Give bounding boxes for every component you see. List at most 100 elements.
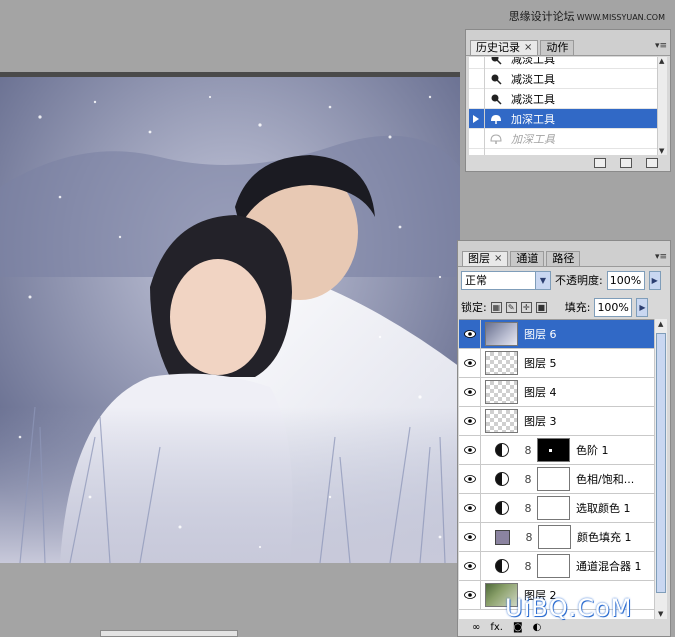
link-chain-icon[interactable]: 8	[523, 473, 533, 486]
history-footer	[466, 155, 670, 171]
tab-channels[interactable]: 通道	[510, 251, 545, 266]
link-layers-icon[interactable]: ∞	[472, 622, 480, 633]
history-item[interactable]: 减淡工具	[469, 88, 662, 109]
image-canvas[interactable]	[0, 77, 460, 563]
burn-tool-icon	[485, 113, 507, 125]
new-adjustment-icon[interactable]: ◐	[533, 622, 542, 633]
link-chain-icon[interactable]: 8	[523, 560, 533, 573]
history-item-label: 减淡工具	[511, 92, 555, 106]
layer-row-selected[interactable]: 图层 6	[459, 320, 656, 349]
fill-color-swatch[interactable]	[495, 529, 510, 545]
photo-illustration	[0, 77, 460, 563]
tab-channels-label: 通道	[516, 252, 539, 265]
scroll-down-icon[interactable]: ▼	[658, 610, 663, 618]
chevron-down-icon[interactable]: ▼	[535, 271, 550, 289]
fill-slider-icon[interactable]: ▶	[636, 297, 649, 317]
adjustment-layer-icon	[495, 559, 509, 573]
tab-history[interactable]: 历史记录 ×	[470, 40, 539, 55]
watermark-text: 思缘设计论坛	[508, 10, 575, 23]
fill-input[interactable]: 100%	[594, 297, 633, 317]
opacity-label: 不透明度:	[555, 274, 603, 287]
layer-row[interactable]: 图层 4	[459, 377, 656, 407]
layer-thumbnail	[485, 351, 518, 375]
history-source-checkbox[interactable]	[469, 57, 485, 69]
layer-name: 图层 5	[524, 357, 557, 370]
fx-icon[interactable]: fx.	[490, 622, 503, 633]
panel-menu-icon[interactable]: ▾≡	[655, 41, 667, 51]
tab-paths[interactable]: 路径	[546, 251, 581, 266]
layer-name: 图层 4	[524, 386, 557, 399]
dodge-tool-icon	[485, 93, 507, 105]
history-item-label: 减淡工具	[511, 57, 555, 66]
history-scrollbar[interactable]: ▲ ▼	[657, 57, 667, 155]
history-panel: 历史记录 × 动作 ▾≡ 减淡工具 减淡工具 减淡工具 加深工具 加深工具 ▲ …	[465, 29, 671, 172]
scrollbar-thumb[interactable]	[656, 333, 666, 593]
trash-icon[interactable]	[646, 158, 658, 168]
eye-icon[interactable]	[459, 551, 481, 581]
eye-icon[interactable]	[459, 580, 481, 610]
layer-row[interactable]: 8 选取颜色 1	[459, 493, 656, 523]
lock-transparency-icon[interactable]: ▦	[490, 301, 502, 313]
tab-layers[interactable]: 图层 ×	[462, 251, 509, 266]
history-item[interactable]: 减淡工具	[469, 68, 662, 89]
layer-mask-thumbnail	[537, 496, 570, 520]
new-document-from-state-icon[interactable]	[594, 158, 606, 168]
scroll-up-icon[interactable]: ▲	[658, 320, 663, 328]
eye-icon[interactable]	[459, 493, 481, 523]
eye-icon[interactable]	[459, 464, 481, 494]
layers-tabs: 图层 × 通道 路径	[458, 251, 670, 267]
history-source-checkbox[interactable]	[469, 108, 485, 129]
close-icon[interactable]: ×	[494, 252, 502, 266]
layer-thumbnail	[485, 322, 518, 346]
layer-name: 通道混合器 1	[576, 560, 642, 573]
tab-actions[interactable]: 动作	[540, 40, 575, 55]
link-chain-icon[interactable]: 8	[523, 502, 533, 515]
top-watermark: 思缘设计论坛 WWW.MISSYUAN.COM	[509, 8, 665, 24]
adjustment-layer-icon	[495, 501, 509, 515]
scroll-up-icon[interactable]: ▲	[659, 57, 664, 65]
layer-row[interactable]: 8 色相/饱和...	[459, 464, 656, 494]
eye-icon[interactable]	[459, 406, 481, 436]
snapshot-icon[interactable]	[620, 158, 632, 168]
layer-row[interactable]: 8 颜色填充 1	[459, 522, 656, 552]
history-titlebar[interactable]	[466, 30, 670, 40]
layer-row[interactable]: 图层 5	[459, 348, 656, 378]
scroll-down-icon[interactable]: ▼	[659, 147, 664, 155]
lock-position-icon[interactable]: ✛	[520, 301, 532, 313]
panel-menu-icon[interactable]: ▾≡	[655, 252, 667, 262]
eye-icon[interactable]	[459, 522, 481, 552]
history-item-label: 加深工具	[511, 112, 555, 126]
layers-titlebar[interactable]	[458, 241, 670, 251]
eye-icon[interactable]	[459, 348, 481, 378]
history-item[interactable]: 加深工具	[469, 128, 662, 149]
layer-thumbnail	[485, 380, 518, 404]
blend-mode-value: 正常	[465, 274, 487, 287]
burn-tool-icon	[485, 133, 507, 145]
opacity-input[interactable]: 100%	[606, 270, 645, 290]
layers-scrollbar[interactable]: ▲ ▼	[654, 319, 667, 619]
eye-icon[interactable]	[459, 377, 481, 407]
fill-label: 填充:	[564, 301, 591, 314]
history-item-selected[interactable]: 加深工具	[469, 108, 662, 129]
dodge-tool-icon	[485, 73, 507, 85]
add-mask-icon[interactable]: ◙	[513, 622, 523, 633]
history-item[interactable]: 减淡工具	[469, 57, 662, 69]
blend-mode-select[interactable]: 正常 ▼	[461, 270, 551, 290]
layer-name: 色相/饱和...	[576, 473, 635, 486]
layer-row[interactable]: 8 通道混合器 1	[459, 551, 656, 581]
link-chain-icon[interactable]: 8	[523, 444, 533, 457]
lock-fill-row: 锁定: ▦ ✎ ✛ ■ 填充: 100% ▶	[461, 297, 667, 317]
opacity-slider-icon[interactable]: ▶	[648, 270, 661, 290]
eye-icon[interactable]	[459, 320, 481, 349]
layer-row[interactable]: 图层 3	[459, 406, 656, 436]
history-source-checkbox[interactable]	[469, 68, 485, 89]
link-chain-icon[interactable]: 8	[524, 531, 534, 544]
lock-image-icon[interactable]: ✎	[505, 301, 517, 313]
history-source-checkbox[interactable]	[469, 88, 485, 109]
bottom-toolbar-strip	[100, 630, 238, 637]
layer-row[interactable]: 8 色阶 1	[459, 435, 656, 465]
watermark-domain: WWW.MISSYUAN.COM	[576, 13, 665, 22]
eye-icon[interactable]	[459, 435, 481, 465]
close-icon[interactable]: ×	[524, 41, 532, 55]
lock-all-icon[interactable]: ■	[535, 301, 547, 313]
